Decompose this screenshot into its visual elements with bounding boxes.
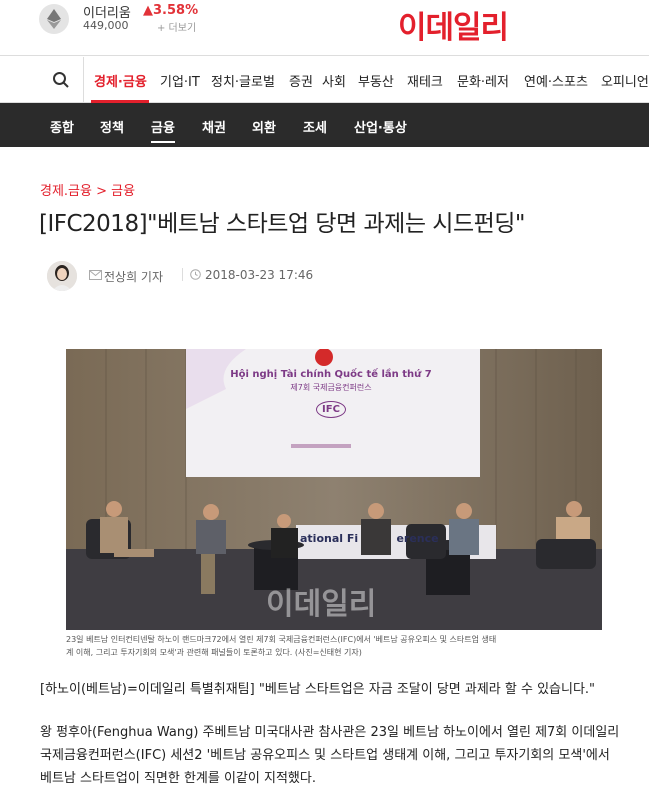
subnav-item-bonds[interactable]: 채권 [202,117,226,136]
nav-item-economy[interactable]: 경제·금융 [94,71,147,90]
subnav-active-indicator [151,141,175,143]
subnav-item-trade[interactable]: 산업·통상 [354,117,407,136]
sub-nav: 종합 정책 금융 채권 외환 조세 산업·통상 [0,103,649,147]
nav-divider [83,57,84,103]
nav-item-finance-tech[interactable]: 재테크 [407,71,443,90]
subnav-item-tax[interactable]: 조세 [303,117,327,136]
paragraph-2-line-2: 국제금융컨퍼런스(IFC) 세션2 '베트남 공유오피스 및 스타트업 생태계 … [40,748,610,763]
article-photo: Hội nghị Tài chính Quốc tế lần thứ 7 제7회… [66,349,602,630]
paragraph-2-line-3: 베트남 스타트업이 직면한 한계를 이같이 지적했다. [40,771,316,786]
nav-item-stocks[interactable]: 증권 [289,71,313,90]
nav-item-real-estate[interactable]: 부동산 [358,71,394,90]
caption-line-2: 계 이해, 그리고 투자기회의 모색'과 관련해 패널들이 토론하고 있다. (… [66,648,362,657]
nav-item-business-it[interactable]: 기업·IT [160,71,200,90]
article-title: [IFC2018]"베트남 스타트업 당면 과제는 시드펀딩" [39,211,526,237]
mail-icon[interactable] [89,270,102,280]
search-icon[interactable] [52,71,70,89]
article-paragraph-2: 왕 펑후아(Fenghua Wang) 주베트남 미국대사관 참사관은 23일 … [40,721,640,790]
paragraph-2-line-1: 왕 펑후아(Fenghua Wang) 주베트남 미국대사관 참사관은 23일 … [40,725,620,740]
nav-item-politics[interactable]: 정치·글로벌 [211,71,275,90]
breadcrumb[interactable]: 경제.금융 > 금융 [40,180,135,199]
main-nav: 경제·금융 기업·IT 정치·글로벌 증권 사회 부동산 재테크 문화·레저 연… [0,57,649,103]
more-link[interactable]: + 더보기 [157,19,196,34]
subnav-item-overall[interactable]: 종합 [50,117,74,136]
author-avatar[interactable] [47,261,77,291]
nav-item-culture[interactable]: 문화·레저 [457,71,509,90]
meta-divider [182,268,183,281]
screen-line-2: 제7회 국제금융컨퍼런스 [290,383,372,392]
caption-line-1: 23일 베트남 인터컨티넨탈 하노이 랜드마크72에서 열린 제7회 국제금융컨… [66,635,497,644]
coin-change: ▲3.58% [143,3,199,18]
stage-banner-text: ational Fi erence [300,532,439,545]
publish-date: 2018-03-23 17:46 [205,268,314,282]
article-paragraph-1: [하노이(베트남)=이데일리 특별취재팀] "베트남 스타트업은 자금 조달이 … [40,682,596,697]
clock-icon [190,269,201,280]
top-ticker: 이더리움 ▲3.58% 449,000 + 더보기 이데일리 [0,0,649,56]
nav-item-society[interactable]: 사회 [322,71,346,90]
subnav-item-policy[interactable]: 정책 [100,117,124,136]
subnav-item-forex[interactable]: 외환 [252,117,276,136]
subnav-item-finance[interactable]: 금융 [151,117,175,136]
screen-badge: IFC [316,401,346,418]
photo-caption: 23일 베트남 인터컨티넨탈 하노이 랜드마크72에서 열린 제7회 국제금융컨… [66,633,602,659]
watermark: 이데일리 [266,587,377,622]
site-logo[interactable]: 이데일리 [398,2,509,47]
author-name[interactable]: 전상희 기자 [104,268,163,285]
nav-item-entertainment[interactable]: 연예·스포츠 [524,71,588,90]
nav-item-opinion[interactable]: 오피니언 [601,71,649,90]
coin-price: 449,000 [83,19,129,32]
screen-line-1: Hội nghị Tài chính Quốc tế lần thứ 7 [230,369,432,380]
screen-text: Hội nghị Tài chính Quốc tế lần thứ 7 제7회… [216,369,446,418]
ethereum-icon [39,4,69,34]
